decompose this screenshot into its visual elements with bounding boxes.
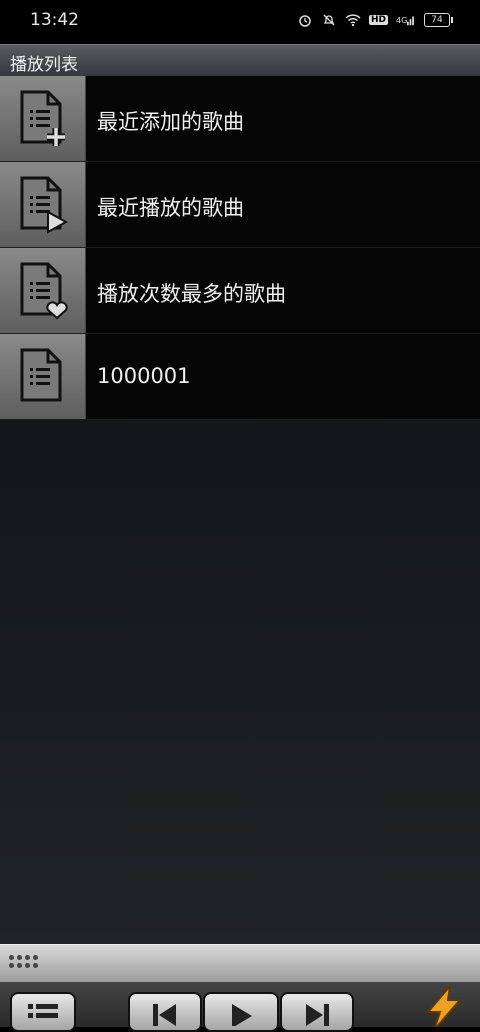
playlist-add-icon: [0, 76, 86, 161]
playlist-label: 最近播放的歌曲: [97, 196, 244, 220]
playlist-icon: [0, 334, 86, 419]
playlist-item-most-played[interactable]: 播放次数最多的歌曲: [0, 248, 480, 334]
page-title: 播放列表: [10, 55, 78, 75]
playlist-item-recently-added[interactable]: 最近添加的歌曲: [0, 76, 480, 162]
alarm-icon: [297, 12, 313, 28]
battery-icon: 74: [424, 13, 453, 27]
playback-controls: [0, 982, 480, 1032]
title-bar: 播放列表: [0, 44, 480, 76]
playlist-item-recently-played[interactable]: 最近播放的歌曲: [0, 162, 480, 248]
playlist-heart-icon: [0, 248, 86, 333]
list-button[interactable]: [10, 992, 76, 1032]
playlist-label: 1000001: [97, 364, 191, 388]
list-icon: [28, 1004, 58, 1018]
playlist-label: 播放次数最多的歌曲: [97, 282, 286, 306]
mute-bell-icon: [321, 12, 337, 28]
play-icon: [232, 1004, 252, 1026]
signal-icon: 4G: [396, 12, 416, 28]
playlist-play-icon: [0, 162, 86, 247]
wifi-icon: [345, 12, 361, 28]
play-button[interactable]: [203, 992, 279, 1032]
playlist-item-1000001[interactable]: 1000001: [0, 334, 480, 420]
drag-handle-bar[interactable]: [0, 944, 480, 983]
playlist-list: 最近添加的歌曲 最近播放的歌曲 播放次数最多的歌曲 1000001: [0, 76, 480, 944]
previous-icon: [153, 1004, 176, 1026]
status-bar: 13:42 HD 4G 74: [0, 0, 480, 44]
status-icons: HD 4G 74: [297, 12, 453, 28]
next-icon: [306, 1004, 329, 1026]
status-time: 13:42: [30, 10, 79, 30]
previous-button[interactable]: [128, 992, 202, 1032]
playlist-label: 最近添加的歌曲: [97, 110, 244, 134]
next-button[interactable]: [280, 992, 354, 1032]
network-type: 4G: [396, 15, 408, 25]
shuffle-bolt-icon[interactable]: [420, 982, 464, 1027]
grip-icon: [9, 955, 38, 968]
hd-badge: HD: [368, 15, 388, 25]
